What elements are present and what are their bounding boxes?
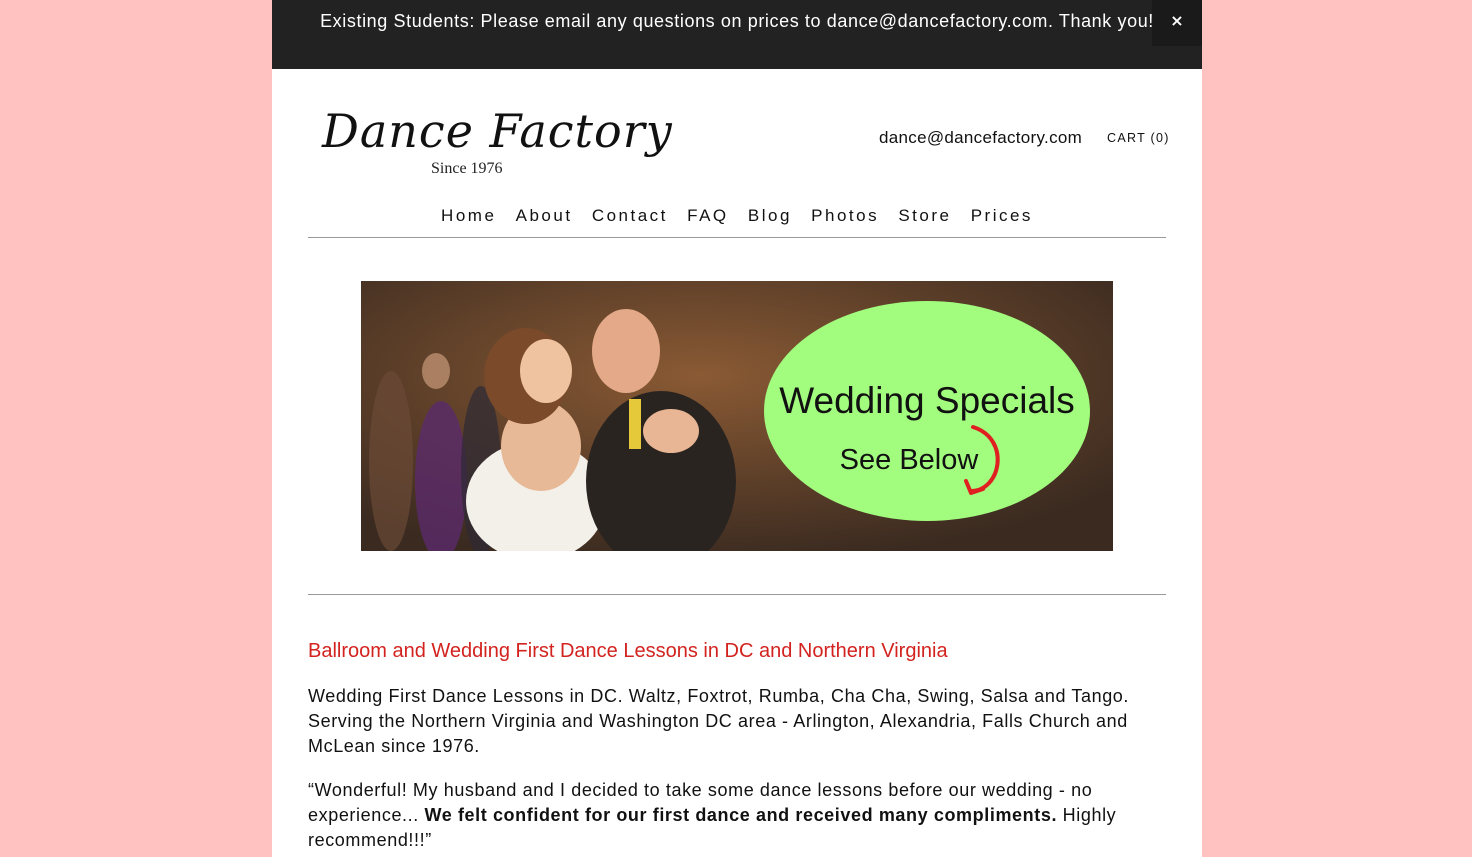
logo[interactable]: Dance Factory Since 1976	[320, 96, 672, 186]
announcement-text: Existing Students: Please email any ques…	[320, 11, 1154, 31]
guest-silhouette	[422, 353, 450, 389]
intro-paragraph: Wedding First Dance Lessons in DC. Waltz…	[308, 686, 1130, 756]
testimonial-bold: We felt confident for our first dance an…	[424, 805, 1058, 825]
nav-home[interactable]: Home	[441, 206, 496, 226]
main-nav: Home About Contact FAQ Blog Photos Store…	[308, 206, 1166, 226]
announcement-bar: Existing Students: Please email any ques…	[272, 0, 1202, 69]
nav-blog[interactable]: Blog	[748, 206, 792, 226]
page-container: Existing Students: Please email any ques…	[272, 0, 1202, 857]
bride-face	[520, 339, 572, 403]
groom-head	[592, 309, 660, 393]
nav-store[interactable]: Store	[898, 206, 951, 226]
nav-about[interactable]: About	[516, 206, 573, 226]
banner-title: Wedding Specials	[779, 380, 1075, 421]
nav-prices[interactable]: Prices	[971, 206, 1033, 226]
nav-divider	[308, 237, 1166, 238]
logo-title: Dance Factory	[322, 104, 673, 158]
cart-link[interactable]: CART (0)	[1107, 131, 1170, 145]
banner-graphic: Wedding Specials See Below	[361, 281, 1113, 551]
page-heading: Ballroom and Wedding First Dance Lessons…	[308, 640, 948, 662]
logo-subtitle: Since 1976	[431, 160, 503, 177]
groom-tie	[629, 399, 641, 449]
close-icon[interactable]: ×	[1152, 0, 1202, 46]
nav-contact[interactable]: Contact	[592, 206, 668, 226]
testimonial-paragraph: “Wonderful! My husband and I decided to …	[308, 778, 1168, 853]
banner-subtitle: See Below	[840, 444, 980, 476]
hands	[643, 409, 699, 453]
header-email-link[interactable]: dance@dancefactory.com	[879, 128, 1082, 148]
nav-photos[interactable]: Photos	[811, 206, 879, 226]
nav-faq[interactable]: FAQ	[687, 206, 729, 226]
content-divider	[308, 594, 1166, 595]
wedding-banner[interactable]: Wedding Specials See Below	[361, 281, 1113, 551]
guest-silhouette	[369, 371, 413, 551]
